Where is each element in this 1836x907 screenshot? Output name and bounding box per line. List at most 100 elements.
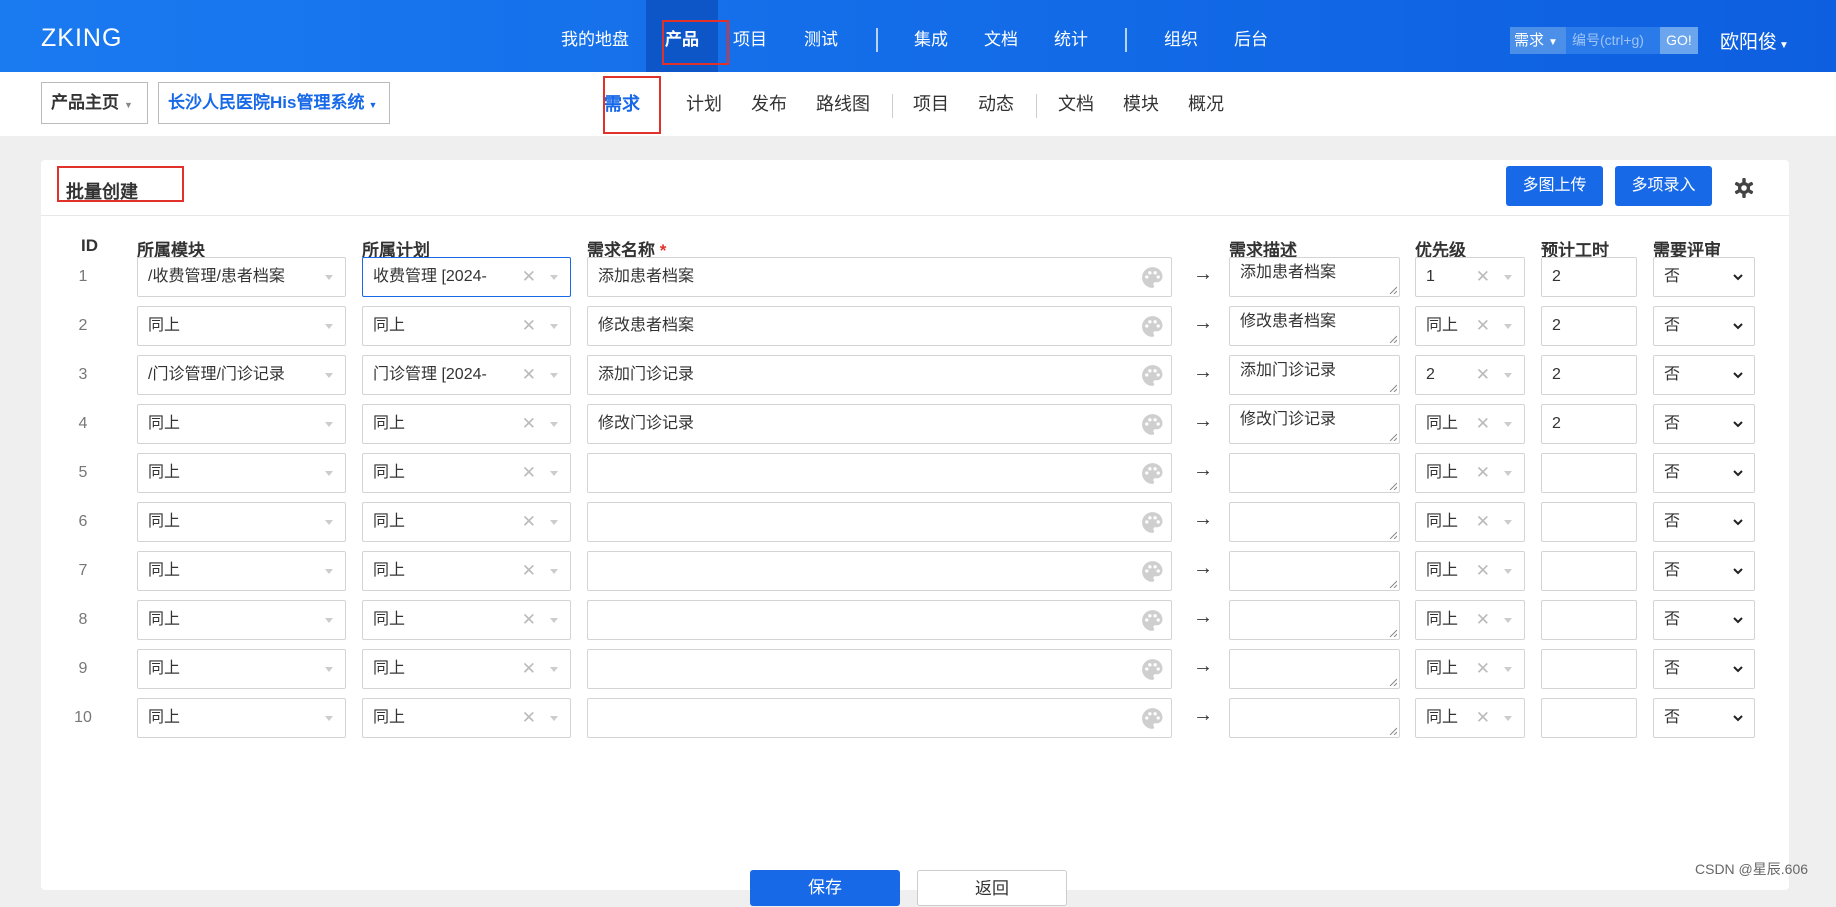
nav-test[interactable]: 测试 — [801, 0, 841, 72]
review-select[interactable]: 否 — [1653, 404, 1755, 444]
multi-entry-button[interactable]: 多项录入 — [1615, 166, 1712, 206]
resize-handle-icon[interactable] — [1389, 629, 1397, 637]
resize-handle-icon[interactable] — [1389, 335, 1397, 343]
review-select[interactable]: 否 — [1653, 306, 1755, 346]
palette-icon[interactable] — [1140, 265, 1165, 290]
arrow-right-icon[interactable]: → — [1191, 704, 1215, 727]
plan-select[interactable]: 收费管理 [2024- ✕ — [362, 257, 571, 297]
arrow-right-icon[interactable]: → — [1191, 655, 1215, 678]
story-name-input[interactable] — [587, 649, 1172, 689]
clear-icon[interactable]: ✕ — [522, 405, 536, 443]
resize-handle-icon[interactable] — [1389, 531, 1397, 539]
module-select[interactable]: 同上 — [137, 649, 346, 689]
priority-select[interactable]: 同上 ✕ — [1415, 551, 1525, 591]
clear-icon[interactable]: ✕ — [1476, 650, 1490, 688]
clear-icon[interactable]: ✕ — [522, 307, 536, 345]
palette-icon[interactable] — [1140, 314, 1165, 339]
tab-doc[interactable]: 文档 — [1058, 72, 1094, 136]
tab-project[interactable]: 项目 — [913, 72, 949, 136]
palette-icon[interactable] — [1140, 706, 1165, 731]
tab-roadmap[interactable]: 路线图 — [816, 72, 872, 136]
story-desc-textarea[interactable] — [1229, 698, 1400, 738]
clear-icon[interactable]: ✕ — [522, 258, 536, 296]
clear-icon[interactable]: ✕ — [1476, 356, 1490, 394]
tab-overview[interactable]: 概况 — [1188, 72, 1224, 136]
story-desc-textarea[interactable] — [1229, 551, 1400, 591]
nav-project[interactable]: 项目 — [730, 0, 770, 72]
module-select[interactable]: 同上 — [137, 600, 346, 640]
story-name-input[interactable] — [587, 453, 1172, 493]
story-desc-textarea[interactable] — [1229, 600, 1400, 640]
review-select[interactable]: 否 — [1653, 698, 1755, 738]
module-select[interactable]: 同上 — [137, 502, 346, 542]
story-name-input[interactable] — [587, 551, 1172, 591]
estimate-input[interactable]: 2 — [1541, 306, 1637, 346]
palette-icon[interactable] — [1140, 412, 1165, 437]
priority-select[interactable]: 同上 ✕ — [1415, 306, 1525, 346]
arrow-right-icon[interactable]: → — [1191, 263, 1215, 286]
estimate-input[interactable] — [1541, 502, 1637, 542]
clear-icon[interactable]: ✕ — [1476, 405, 1490, 443]
palette-icon[interactable] — [1140, 559, 1165, 584]
clear-icon[interactable]: ✕ — [522, 454, 536, 492]
plan-select[interactable]: 门诊管理 [2024- ✕ — [362, 355, 571, 395]
story-name-input[interactable] — [587, 502, 1172, 542]
clear-icon[interactable]: ✕ — [522, 356, 536, 394]
plan-select[interactable]: 同上 ✕ — [362, 698, 571, 738]
arrow-right-icon[interactable]: → — [1191, 557, 1215, 580]
priority-select[interactable]: 同上 ✕ — [1415, 404, 1525, 444]
priority-select[interactable]: 同上 ✕ — [1415, 698, 1525, 738]
arrow-right-icon[interactable]: → — [1191, 410, 1215, 433]
review-select[interactable]: 否 — [1653, 649, 1755, 689]
clear-icon[interactable]: ✕ — [1476, 699, 1490, 737]
estimate-input[interactable] — [1541, 649, 1637, 689]
tab-release[interactable]: 发布 — [751, 72, 787, 136]
module-select[interactable]: 同上 — [137, 306, 346, 346]
search-type-select[interactable]: 需求 ▼ — [1510, 27, 1566, 54]
resize-handle-icon[interactable] — [1389, 286, 1397, 294]
plan-select[interactable]: 同上 ✕ — [362, 306, 571, 346]
resize-handle-icon[interactable] — [1389, 482, 1397, 490]
clear-icon[interactable]: ✕ — [1476, 552, 1490, 590]
arrow-right-icon[interactable]: → — [1191, 312, 1215, 335]
story-name-input[interactable]: 添加门诊记录 — [587, 355, 1172, 395]
arrow-right-icon[interactable]: → — [1191, 361, 1215, 384]
resize-handle-icon[interactable] — [1389, 580, 1397, 588]
nav-org[interactable]: 组织 — [1161, 0, 1201, 72]
clear-icon[interactable]: ✕ — [522, 503, 536, 541]
arrow-right-icon[interactable]: → — [1191, 459, 1215, 482]
plan-select[interactable]: 同上 ✕ — [362, 404, 571, 444]
priority-select[interactable]: 2 ✕ — [1415, 355, 1525, 395]
plan-select[interactable]: 同上 ✕ — [362, 551, 571, 591]
priority-select[interactable]: 同上 ✕ — [1415, 600, 1525, 640]
priority-select[interactable]: 同上 ✕ — [1415, 502, 1525, 542]
arrow-right-icon[interactable]: → — [1191, 508, 1215, 531]
search-go-button[interactable]: GO! — [1660, 27, 1698, 54]
estimate-input[interactable]: 2 — [1541, 404, 1637, 444]
breadcrumb-product[interactable]: 长沙人民医院His管理系统 ▼ — [158, 82, 390, 124]
story-name-input[interactable]: 修改患者档案 — [587, 306, 1172, 346]
story-name-input[interactable] — [587, 698, 1172, 738]
palette-icon[interactable] — [1140, 461, 1165, 486]
clear-icon[interactable]: ✕ — [1476, 307, 1490, 345]
breadcrumb-product-home[interactable]: 产品主页 ▼ — [41, 82, 148, 124]
estimate-input[interactable]: 2 — [1541, 257, 1637, 297]
resize-handle-icon[interactable] — [1389, 384, 1397, 392]
tab-module[interactable]: 模块 — [1123, 72, 1159, 136]
clear-icon[interactable]: ✕ — [1476, 258, 1490, 296]
plan-select[interactable]: 同上 ✕ — [362, 453, 571, 493]
search-input[interactable]: 编号(ctrl+g) — [1566, 27, 1660, 54]
module-select[interactable]: 同上 — [137, 453, 346, 493]
gear-icon[interactable] — [1734, 178, 1754, 198]
nav-doc[interactable]: 文档 — [981, 0, 1021, 72]
palette-icon[interactable] — [1140, 657, 1165, 682]
priority-select[interactable]: 同上 ✕ — [1415, 649, 1525, 689]
nav-product[interactable]: 产品 — [646, 0, 718, 72]
priority-select[interactable]: 同上 ✕ — [1415, 453, 1525, 493]
save-button[interactable]: 保存 — [750, 870, 900, 906]
clear-icon[interactable]: ✕ — [522, 552, 536, 590]
plan-select[interactable]: 同上 ✕ — [362, 600, 571, 640]
clear-icon[interactable]: ✕ — [522, 650, 536, 688]
user-menu[interactable]: 欧阳俊 ▼ — [1720, 27, 1789, 54]
module-select[interactable]: 同上 — [137, 404, 346, 444]
